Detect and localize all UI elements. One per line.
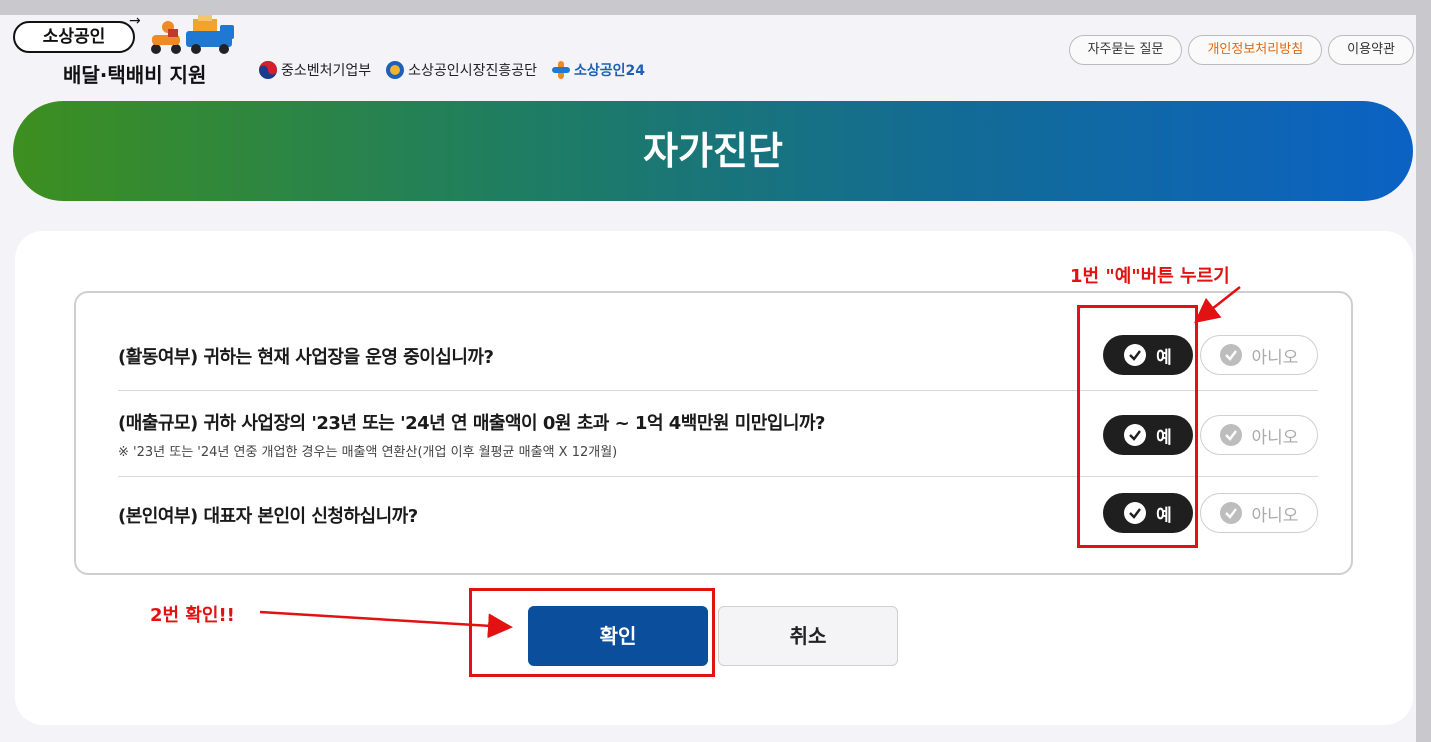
annotation-arrows (259, 286, 1241, 639)
annotation-arrow-step1 (1194, 286, 1241, 324)
annotation-arrow-step2 (259, 610, 513, 639)
